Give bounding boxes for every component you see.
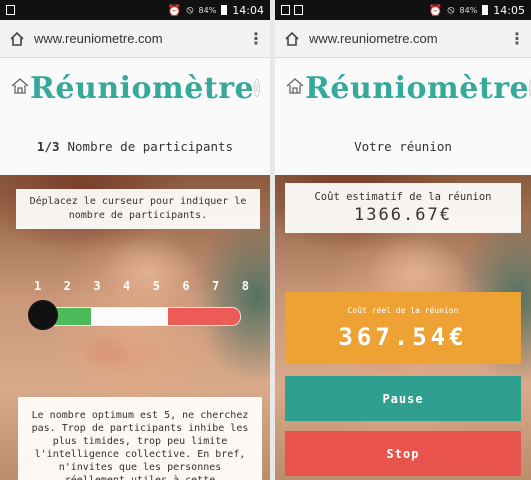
app-header: Réuniomètre i bbox=[275, 58, 531, 118]
phone-screen-left: ⏰ ⦸ 84% 14:04 www.reuniometre.com ⋮ Réun… bbox=[0, 0, 270, 480]
url-field[interactable]: www.reuniometre.com bbox=[309, 31, 509, 46]
instruction-card: Déplacez le curseur pour indiquer le nom… bbox=[16, 189, 260, 229]
slider-number: 2 bbox=[63, 279, 71, 293]
battery-percent: 84% bbox=[459, 5, 478, 15]
background-photo: Déplacez le curseur pour indiquer le nom… bbox=[0, 175, 270, 480]
url-field[interactable]: www.reuniometre.com bbox=[34, 31, 248, 46]
alarm-icon: ⏰ bbox=[167, 3, 182, 17]
browser-home-icon[interactable] bbox=[6, 28, 28, 50]
slider-number: 5 bbox=[152, 279, 160, 293]
slider-number: 3 bbox=[93, 279, 101, 293]
do-not-disturb-icon: ⦸ bbox=[186, 3, 194, 16]
battery-percent: 84% bbox=[198, 5, 217, 15]
battery-icon bbox=[482, 5, 489, 15]
page-title: Votre réunion bbox=[354, 139, 452, 154]
screenshot-icon bbox=[281, 5, 290, 15]
status-time: 14:04 bbox=[232, 3, 264, 17]
browser-menu-icon[interactable]: ⋮ bbox=[248, 29, 264, 48]
estimated-cost-value: 1366.67€ bbox=[354, 205, 452, 225]
status-bar: ⏰ ⦸ 84% 14:05 bbox=[275, 0, 531, 20]
alarm-icon: ⏰ bbox=[428, 3, 443, 17]
stop-button[interactable]: Stop bbox=[285, 431, 521, 476]
pause-button[interactable]: Pause bbox=[285, 376, 521, 421]
real-cost-label: Coût réel de la réunion bbox=[347, 306, 459, 315]
slider-number: 7 bbox=[212, 279, 220, 293]
status-bar: ⏰ ⦸ 84% 14:04 bbox=[0, 0, 270, 20]
background-photo: Coût estimatif de la réunion 1366.67€ Co… bbox=[275, 175, 531, 480]
slider-number: 6 bbox=[182, 279, 190, 293]
estimated-cost-card: Coût estimatif de la réunion 1366.67€ bbox=[285, 183, 521, 233]
info-icon[interactable]: i bbox=[254, 79, 260, 97]
app-home-icon[interactable] bbox=[10, 76, 30, 100]
page-title-bar: Votre réunion bbox=[275, 118, 531, 175]
advice-card: Le nombre optimum est 5, ne cherchez pas… bbox=[18, 397, 262, 480]
participants-slider-track[interactable] bbox=[42, 307, 241, 326]
battery-icon bbox=[221, 5, 228, 15]
step-label: Nombre de participants bbox=[67, 139, 234, 154]
phone-screen-right: ⏰ ⦸ 84% 14:05 www.reuniometre.com ⋮ Réun… bbox=[275, 0, 531, 480]
real-cost-card: Coût réel de la réunion 367.54€ bbox=[285, 292, 521, 364]
slider-number: 1 bbox=[34, 279, 42, 293]
slider-segment-white bbox=[91, 308, 168, 325]
app-logo: Réuniomètre bbox=[30, 70, 255, 106]
do-not-disturb-icon: ⦸ bbox=[447, 3, 455, 16]
step-indicator: 1/3 Nombre de participants bbox=[0, 118, 270, 175]
notification-icon bbox=[294, 5, 303, 15]
app-header: Réuniomètre i bbox=[0, 58, 270, 118]
slider-handle[interactable] bbox=[28, 300, 58, 330]
real-cost-value: 367.54€ bbox=[338, 323, 468, 351]
status-time: 14:05 bbox=[493, 3, 525, 17]
app-home-icon[interactable] bbox=[285, 76, 305, 100]
slider-scale: 1 2 3 4 5 6 7 8 bbox=[34, 279, 249, 293]
slider-segment-red bbox=[168, 308, 240, 325]
app-logo: Réuniomètre bbox=[305, 70, 530, 106]
slider-number: 4 bbox=[123, 279, 131, 293]
browser-url-bar: www.reuniometre.com ⋮ bbox=[275, 20, 531, 58]
browser-url-bar: www.reuniometre.com ⋮ bbox=[0, 20, 270, 58]
step-number: 1/3 bbox=[36, 139, 60, 154]
slider-number: 8 bbox=[241, 279, 249, 293]
estimated-cost-label: Coût estimatif de la réunion bbox=[314, 191, 492, 203]
browser-menu-icon[interactable]: ⋮ bbox=[509, 29, 525, 48]
notification-icon bbox=[6, 5, 15, 15]
browser-home-icon[interactable] bbox=[281, 28, 303, 50]
